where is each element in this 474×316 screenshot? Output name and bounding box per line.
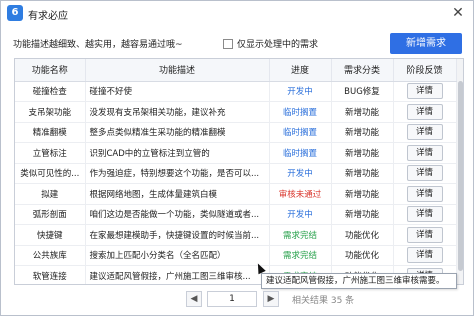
row-category-cell: 新增功能 — [331, 163, 394, 184]
row-category-cell: 新增功能 — [331, 122, 394, 143]
row-action-cell: 详情 — [393, 101, 457, 123]
table-row[interactable]: 快捷键 在家最想建模助手，快捷键设置的时候当前... 需求完结 功能优化 详情 — [15, 224, 457, 246]
row-description-cell: 整多点类似精准生采功能的精准翻模 — [85, 122, 270, 143]
pagination: ◀ 1 ▶ 相关结果 35 条 — [1, 291, 473, 309]
row-status-cell: 开发中 — [269, 204, 332, 225]
prev-page-icon[interactable]: ◀ — [186, 291, 202, 307]
result-count: 相关结果 35 条 — [292, 296, 355, 306]
row-name-cell: 公共族库 — [15, 245, 86, 266]
row-status-cell: 开发中 — [269, 81, 332, 102]
row-description-cell: 咱们这边是否能做一个功能，类似隧道或者... — [85, 204, 270, 225]
row-description-cell: 搜索加上匹配小分类名（全名匹配） — [85, 245, 270, 266]
table-row[interactable]: 立管标注 识别CAD中的立管标注到立管的 临时搁置 新增功能 详情 — [15, 142, 457, 164]
row-action-cell: 详情 — [393, 183, 457, 205]
row-status-cell: 需求完结 — [269, 245, 332, 266]
row-action-cell: 详情 — [393, 245, 457, 266]
row-action-cell: 详情 — [393, 224, 457, 246]
row-category-cell: BUG修复 — [331, 81, 394, 102]
details-button[interactable]: 详情 — [406, 83, 443, 100]
row-name-cell: 拟建 — [15, 183, 86, 205]
row-status-cell: 审核未通过 — [269, 183, 332, 205]
processing-filter[interactable]: 仅显示处理中的需求 — [223, 37, 318, 50]
row-description-cell: 根据网络地图，生成体量建筑白模 — [85, 183, 270, 205]
row-status-cell: 临时搁置 — [269, 122, 332, 143]
row-name-cell: 碰撞检查 — [15, 81, 86, 102]
row-status-cell: 临时搁置 — [269, 101, 332, 123]
row-description-cell: 没发现有支吊架相关功能，建议补充 — [85, 101, 270, 123]
window-title: 有求必应 — [28, 11, 68, 22]
row-action-cell: 详情 — [393, 122, 457, 143]
row-description-cell: 建议适配风管假接，广州施工图三维审核... — [85, 265, 270, 284]
column-header-feedback: 阶段反馈 — [393, 59, 457, 82]
details-button[interactable]: 详情 — [406, 185, 443, 202]
page-number-input[interactable]: 1 — [207, 291, 257, 307]
row-description-cell: 作为强迫症，特别想要这个功能，是否可以... — [85, 163, 270, 184]
column-header-name: 功能名称 — [15, 59, 86, 82]
table-row[interactable]: 碰撞检查 碰撞不好使 开发中 BUG修复 详情 — [15, 81, 457, 102]
row-name-cell: 软管连接 — [15, 265, 86, 284]
table-row[interactable]: 弧形剖面 咱们这边是否能做一个功能，类似隧道或者... 开发中 新增功能 详情 — [15, 204, 457, 225]
new-request-button[interactable]: 新增需求 — [390, 33, 462, 54]
table-scrollbar[interactable] — [457, 59, 463, 284]
details-button[interactable]: 详情 — [406, 144, 443, 161]
row-category-cell: 新增功能 — [331, 204, 394, 225]
details-button[interactable]: 详情 — [406, 124, 443, 141]
row-category-cell: 功能优化 — [331, 245, 394, 266]
details-button[interactable]: 详情 — [406, 165, 443, 182]
table-row[interactable]: 公共族库 搜索加上匹配小分类名（全名匹配） 需求完结 功能优化 详情 — [15, 245, 457, 266]
row-status-cell: 开发中 — [269, 163, 332, 184]
row-name-cell: 类似可见性的... — [15, 163, 86, 184]
row-description-cell: 识别CAD中的立管标注到立管的 — [85, 142, 270, 164]
column-header-category: 需求分类 — [331, 59, 394, 82]
table-row[interactable]: 支吊架功能 没发现有支吊架相关功能，建议补充 临时搁置 新增功能 详情 — [15, 101, 457, 123]
table-scrollbar-thumb[interactable] — [458, 81, 463, 271]
column-header-desc: 功能描述 — [85, 59, 270, 82]
table-row[interactable]: 拟建 根据网络地图，生成体量建筑白模 审核未通过 新增功能 详情 — [15, 183, 457, 205]
app-logo-icon: 6 — [7, 5, 23, 21]
processing-filter-label: 仅显示处理中的需求 — [237, 40, 319, 50]
row-name-cell: 精准翻模 — [15, 122, 86, 143]
requests-table: 功能名称 功能描述 进度 需求分类 阶段反馈 碰撞检查 碰撞不好使 开发中 BUG修复… — [14, 58, 464, 285]
row-description-cell: 碰撞不好使 — [85, 81, 270, 102]
close-icon[interactable]: ✕ — [449, 4, 467, 22]
row-name-cell: 立管标注 — [15, 142, 86, 164]
row-action-cell: 详情 — [393, 81, 457, 102]
details-button[interactable]: 详情 — [406, 247, 443, 264]
row-action-cell: 详情 — [393, 142, 457, 164]
table-header-row: 功能名称 功能描述 进度 需求分类 阶段反馈 — [15, 59, 457, 82]
row-category-cell: 功能优化 — [331, 224, 394, 246]
row-status-cell: 临时搁置 — [269, 142, 332, 164]
row-category-cell: 新增功能 — [331, 142, 394, 164]
table-row[interactable]: 类似可见性的... 作为强迫症，特别想要这个功能，是否可以... 开发中 新增功能 详情 — [15, 163, 457, 184]
row-action-cell: 详情 — [393, 204, 457, 225]
row-name-cell: 支吊架功能 — [15, 101, 86, 123]
row-category-cell: 新增功能 — [331, 183, 394, 205]
row-name-cell: 快捷键 — [15, 224, 86, 246]
row-name-cell: 弧形剖面 — [15, 204, 86, 225]
details-button[interactable]: 详情 — [406, 226, 443, 243]
toolbar: 功能描述越细致、越实用，越容易通过哦~ 仅显示处理中的需求 新增需求 — [1, 25, 473, 55]
app-window: 6 有求必应 ✕ 功能描述越细致、越实用，越容易通过哦~ 仅显示处理中的需求 新… — [0, 0, 474, 316]
details-button[interactable]: 详情 — [406, 103, 443, 120]
row-category-cell: 新增功能 — [331, 101, 394, 123]
table-row[interactable]: 精准翻模 整多点类似精准生采功能的精准翻模 临时搁置 新增功能 详情 — [15, 122, 457, 143]
hint-text: 功能描述越细致、越实用，越容易通过哦~ — [13, 40, 183, 50]
row-description-cell: 在家最想建模助手，快捷键设置的时候当前... — [85, 224, 270, 246]
details-button[interactable]: 详情 — [406, 206, 443, 223]
title-bar: 6 有求必应 ✕ — [1, 1, 473, 25]
row-status-cell: 需求完结 — [269, 224, 332, 246]
column-header-status: 进度 — [269, 59, 332, 82]
processing-filter-checkbox[interactable] — [223, 38, 233, 49]
description-tooltip: 建议适配风管假接，广州施工图三维审核需要。 — [261, 273, 457, 289]
row-action-cell: 详情 — [393, 163, 457, 184]
next-page-icon[interactable]: ▶ — [263, 291, 279, 307]
